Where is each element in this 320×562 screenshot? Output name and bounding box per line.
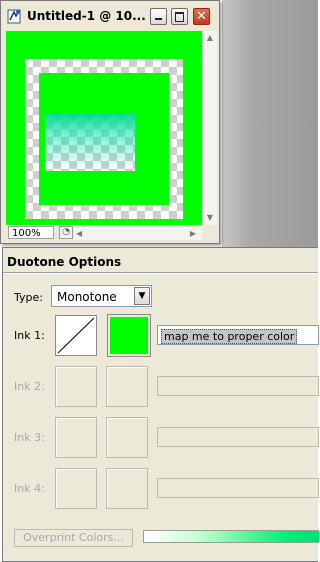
ink-3-curve-button[interactable] [55,417,97,458]
scroll-left-icon[interactable]: ◀ [76,227,82,240]
type-select-value: Monotone [57,290,117,304]
close-button[interactable]: ✕ [193,8,210,25]
ink-4-name-field[interactable] [157,478,319,498]
type-label: Type: [14,291,43,304]
image-window: Untitled-1 @ 10... ✕ ▲ ▼ 100% ◔ ◀ ▶ [0,0,220,244]
minimize-icon [155,18,162,20]
scroll-up-icon[interactable]: ▲ [205,33,215,43]
ink-1-curve-button[interactable] [55,315,97,356]
image-window-title: Untitled-1 @ 10... [27,9,146,23]
ink-2-name-field[interactable] [157,376,319,396]
chevron-down-icon[interactable]: ▼ [134,287,150,305]
ink-3-label: Ink 3: [14,431,45,444]
ink-1-label: Ink 1: [14,329,45,342]
vertical-scrollbar[interactable]: ▲ ▼ [202,31,217,225]
status-menu-icon[interactable]: ◔ [59,226,73,239]
zoom-level[interactable]: 100% [8,226,54,239]
duotone-options-dialog: Duotone Options Type: Monotone ▼ Ink 1: … [2,247,319,562]
ink-3-color-swatch[interactable] [106,417,148,458]
photoshop-document-icon [7,9,21,24]
minimize-button[interactable] [150,8,167,25]
ink-2-curve-button[interactable] [55,366,97,407]
ink-4-color-swatch[interactable] [106,468,148,509]
ink-1-name-text: map me to proper color [161,329,298,344]
image-canvas[interactable] [6,31,202,225]
ink-4-curve-button[interactable] [55,468,97,509]
overprint-colors-button[interactable]: Overprint Colors... [14,529,133,547]
close-icon: ✕ [196,9,207,24]
dialog-title: Duotone Options [7,255,122,269]
gradient-box [45,113,135,171]
scroll-right-icon[interactable]: ▶ [190,227,196,240]
ink-4-label: Ink 4: [14,482,45,495]
scroll-down-icon[interactable]: ▼ [205,213,215,223]
workspace-backdrop [222,0,318,248]
resize-corner[interactable] [202,226,216,241]
ink-1-color-swatch[interactable] [107,314,151,357]
maximize-button[interactable] [171,8,188,25]
image-statusbar: 100% ◔ ◀ ▶ [6,226,202,241]
maximize-icon [175,12,184,22]
ink-3-name-field[interactable] [157,427,319,447]
type-select[interactable]: Monotone ▼ [51,285,152,307]
gradient-fill [45,113,135,171]
title-separator [3,272,318,273]
horizontal-scrollbar[interactable]: ◀ ▶ [74,226,202,240]
ink-1-name-field[interactable]: map me to proper color [157,325,319,345]
ink-color-ramp [143,530,319,543]
image-window-titlebar[interactable]: Untitled-1 @ 10... ✕ [2,2,218,29]
ink-2-color-swatch[interactable] [106,366,148,407]
curve-icon [57,317,95,354]
ink-2-label: Ink 2: [14,380,45,393]
